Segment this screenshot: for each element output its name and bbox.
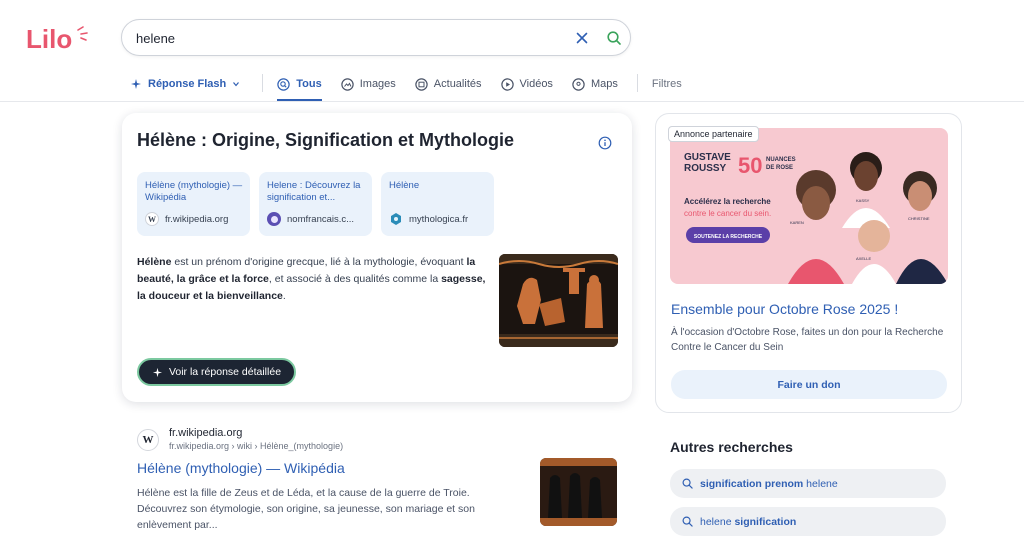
related-search-chip[interactable]: signification prenom helene: [670, 469, 946, 498]
button-label: Voir la réponse détaillée: [168, 366, 282, 378]
flash-answer-card: Hélène : Origine, Signification et Mytho…: [122, 113, 632, 402]
svg-text:Lilo: Lilo: [26, 24, 72, 54]
svg-text:ROUSSY: ROUSSY: [684, 163, 727, 174]
search-icon[interactable]: [606, 30, 622, 46]
divider: [636, 74, 638, 92]
search-results-page: Lilo Réponse Flash: [0, 0, 1024, 538]
chevron-down-icon: [233, 82, 240, 87]
source-title: Helene : Découvrez la signification et..…: [267, 180, 361, 203]
map-pin-icon: [572, 77, 585, 91]
tab-label: Réponse Flash: [148, 78, 227, 90]
partner-ad-badge: Annonce partenaire: [668, 126, 759, 142]
source-title: Hélène (mythologie) — Wikipédia: [145, 180, 243, 203]
svg-text:AXELLE: AXELLE: [856, 256, 871, 261]
result-domain: fr.wikipedia.org: [169, 427, 243, 439]
answer-title: Hélène : Origine, Signification et Mytho…: [137, 130, 515, 150]
svg-text:CHRISTINE: CHRISTINE: [908, 216, 930, 221]
search-icon: [682, 478, 693, 489]
svg-text:DE ROSE: DE ROSE: [766, 165, 793, 171]
image-icon: [341, 77, 354, 91]
related-search-chip[interactable]: helene signification: [670, 507, 946, 536]
svg-text:NUANCES: NUANCES: [766, 157, 796, 163]
detailed-answer-button[interactable]: Voir la réponse détaillée: [137, 358, 296, 386]
result-thumbnail[interactable]: [540, 458, 617, 526]
tab-label: Filtres: [651, 78, 682, 90]
greek-vase-image: [499, 254, 618, 347]
source-card[interactable]: Helene : Découvrez la signification et..…: [259, 172, 372, 236]
ad-title-link[interactable]: Ensemble pour Octobre Rose 2025 !: [671, 301, 898, 317]
other-searches-title: Autres recherches: [670, 439, 793, 455]
chip-label: signification prenom helene: [700, 477, 838, 490]
svg-text:KASSY: KASSY: [856, 198, 870, 203]
source-title: Hélène: [389, 180, 420, 191]
chip-label: helene signification: [700, 515, 797, 528]
svg-text:GUSTAVE: GUSTAVE: [684, 152, 731, 163]
tab-label: Images: [359, 78, 396, 90]
nomfrancais-icon: [267, 212, 281, 226]
tab-filters[interactable]: Filtres: [652, 74, 682, 94]
info-icon[interactable]: [598, 136, 612, 150]
news-icon: [415, 77, 428, 91]
wikipedia-icon: W: [145, 212, 159, 226]
search-icon: [682, 516, 693, 527]
ad-description: À l'occasion d'Octobre Rose, faites un d…: [671, 327, 944, 353]
svg-text:Accélérez la recherche: Accélérez la recherche: [684, 197, 771, 206]
tab-flash-answer[interactable]: Réponse Flash: [130, 74, 240, 94]
search-circle-icon: [277, 77, 290, 91]
lilo-logo[interactable]: Lilo: [26, 24, 90, 54]
tab-label: Maps: [590, 78, 618, 90]
search-input[interactable]: [136, 29, 556, 47]
source-card[interactable]: Hélène (mythologie) — Wikipédia W fr.wik…: [137, 172, 250, 236]
result-url[interactable]: fr.wikipedia.org › wiki › Hélène_(mythol…: [169, 441, 343, 451]
svg-text:contre le cancer du sein.: contre le cancer du sein.: [684, 209, 771, 218]
source-domain-row: W fr.wikipedia.org: [145, 212, 228, 226]
partner-ad-card: GUSTAVE ROUSSY 50 NUANCES DE ROSE Accélé…: [655, 113, 962, 413]
tab-maps[interactable]: Maps: [572, 74, 618, 94]
svg-text:KAREN: KAREN: [790, 220, 804, 225]
result-snippet: Hélène est la fille de Zeus et de Léda, …: [137, 487, 475, 531]
play-icon: [500, 77, 514, 91]
divider: [262, 74, 264, 92]
source-card[interactable]: Hélène mythologica.fr: [381, 172, 494, 236]
search-bar: [121, 19, 631, 56]
source-domain: fr.wikipedia.org: [165, 213, 229, 225]
donate-button[interactable]: Faire un don: [671, 370, 947, 399]
tab-label: Actualités: [433, 78, 482, 90]
source-domain-row: nomfrancais.c...: [267, 212, 354, 226]
sparkle-icon: [131, 79, 141, 89]
wikipedia-icon: W: [137, 429, 159, 451]
result-title-link[interactable]: Hélène (mythologie) — Wikipédia: [137, 460, 345, 476]
source-domain: nomfrancais.c...: [287, 213, 355, 225]
mythologica-icon: [391, 213, 401, 225]
clear-icon[interactable]: [574, 30, 590, 46]
source-domain-row: mythologica.fr: [389, 212, 468, 226]
answer-text: Hélène est un prénom d'origine grecque, …: [137, 256, 486, 302]
tab-all[interactable]: Tous: [277, 74, 323, 101]
svg-text:50: 50: [738, 153, 762, 178]
search-tabs: Réponse Flash Tous Images Actualités Vid…: [130, 74, 682, 102]
tab-label: Tous: [296, 78, 322, 90]
ad-banner-image[interactable]: GUSTAVE ROUSSY 50 NUANCES DE ROSE Accélé…: [670, 128, 948, 284]
tab-videos[interactable]: Vidéos: [500, 74, 553, 94]
tab-news[interactable]: Actualités: [415, 74, 482, 94]
tab-images[interactable]: Images: [341, 74, 396, 94]
svg-text:SOUTENEZ LA RECHERCHE: SOUTENEZ LA RECHERCHE: [694, 234, 763, 240]
source-domain: mythologica.fr: [409, 213, 469, 225]
sparkle-icon: [152, 367, 163, 377]
tab-label: Vidéos: [519, 78, 553, 90]
header-divider: [0, 101, 1024, 102]
